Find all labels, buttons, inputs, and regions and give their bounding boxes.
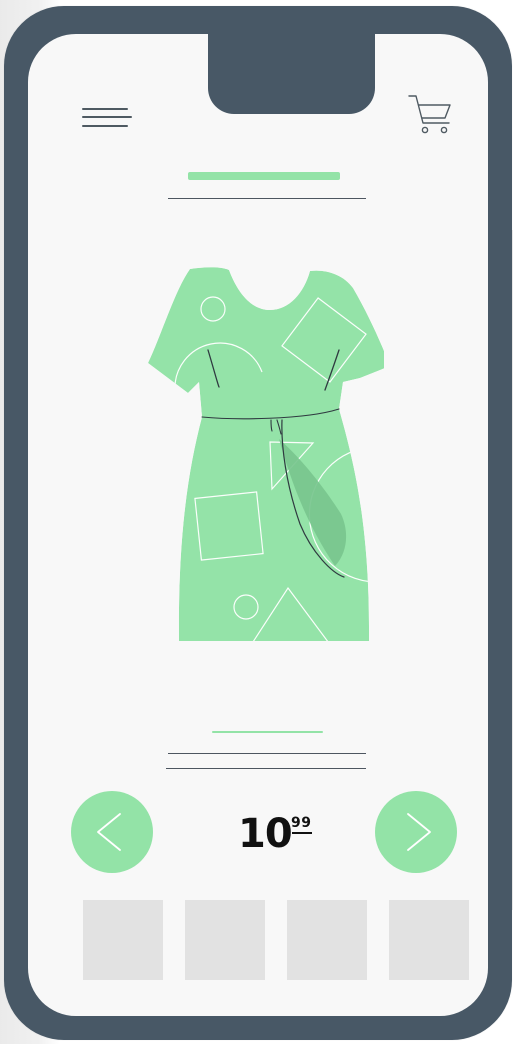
menu-line-bottom — [82, 125, 128, 127]
phone-notch — [208, 34, 375, 114]
shopping-cart-icon — [408, 95, 451, 134]
menu-line-middle — [82, 116, 132, 118]
bottom-accent-line — [212, 731, 323, 733]
header-accent-bar — [188, 172, 340, 180]
price-main: 10 — [238, 811, 293, 857]
phone-frame: 10 99 — [4, 6, 512, 1040]
menu-line-top — [82, 108, 128, 110]
price-display: 10 99 — [238, 812, 336, 856]
price-cents: 99 — [291, 815, 312, 831]
phone-screen: 10 99 — [28, 34, 488, 1016]
previous-button[interactable] — [71, 791, 153, 873]
menu-button[interactable] — [82, 108, 136, 132]
price-cents-underline — [292, 832, 312, 834]
thumbnail-2[interactable] — [185, 900, 265, 980]
header-divider — [168, 198, 366, 199]
thumbnail-3[interactable] — [287, 900, 367, 980]
next-button[interactable] — [375, 791, 457, 873]
phone-mockup-stage: 10 99 — [0, 0, 513, 1044]
thumbnail-1[interactable] — [83, 900, 163, 980]
chevron-right-icon — [375, 791, 457, 873]
green-dress-illustration — [148, 267, 390, 641]
product-image — [134, 266, 390, 654]
bottom-divider-bottom — [166, 768, 366, 769]
cart-button[interactable] — [406, 92, 456, 142]
chevron-left-icon — [71, 791, 153, 873]
bottom-divider-top — [168, 753, 366, 754]
thumbnail-4[interactable] — [389, 900, 469, 980]
